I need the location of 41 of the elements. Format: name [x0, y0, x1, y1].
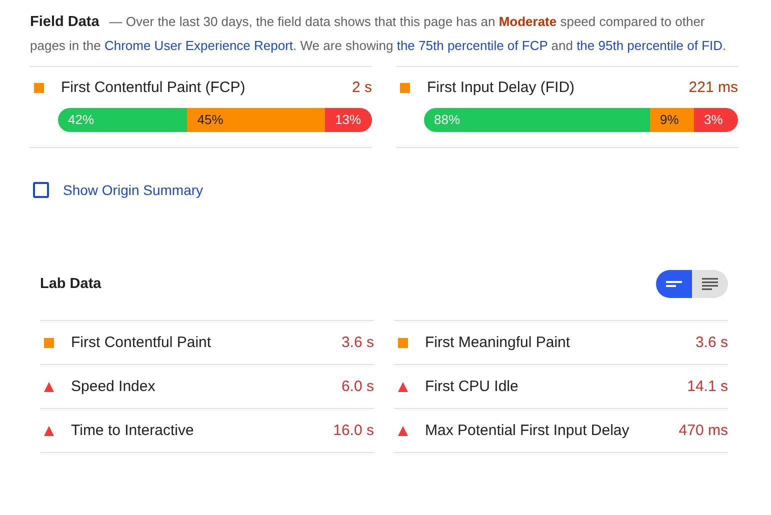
metric-value: 3.6 s: [695, 334, 728, 351]
metric-value: 3.6 s: [341, 334, 374, 351]
triangle-icon: [398, 382, 408, 392]
report-link[interactable]: the 75th percentile of FCP: [396, 38, 548, 53]
checkbox[interactable]: [33, 182, 49, 198]
triangle-icon: [44, 382, 54, 392]
square-icon: [44, 338, 54, 348]
compact-view-button[interactable]: [656, 270, 692, 298]
triangle-icon: [44, 426, 54, 436]
lines-icon: [702, 278, 718, 290]
section-title: Lab Data: [40, 276, 102, 292]
metric-value: 470 ms: [678, 422, 728, 439]
expanded-view-button[interactable]: [692, 270, 728, 298]
distribution-segment: 9%: [650, 108, 694, 132]
report-link[interactable]: Chrome User Experience Report: [104, 38, 294, 53]
triangle-icon: [398, 426, 408, 436]
distribution-segment: 88%: [424, 108, 650, 132]
square-icon: [400, 82, 410, 92]
metric-name: Time to Interactive: [71, 422, 195, 439]
metric-name: Speed Index: [71, 378, 156, 395]
metric-name: Max Potential First Input Delay: [425, 422, 630, 439]
metric-name: First Meaningful Paint: [425, 334, 572, 351]
metric-value: 2 s: [352, 79, 372, 96]
metric-name: First Contentful Paint (FCP): [61, 79, 246, 96]
field-data-description: Field Data — Over the last 30 days, the field data shows that this page has an Moderate speed compared to other pages in the Chrome User Experience Report. We are showing the 75th percentile of FCP and the 95th percentile of FID.: [30, 13, 728, 55]
metric-value: 14.1 s: [687, 378, 728, 395]
metric-value: 6.0 s: [341, 378, 374, 395]
metric-name: First Input Delay (FID): [427, 79, 576, 96]
metric-value: 221 ms: [688, 79, 738, 96]
origin-summary-label[interactable]: Show Origin Summary: [63, 182, 204, 198]
distribution-segment: 45%: [187, 108, 326, 132]
short-lines-icon: [666, 279, 682, 289]
metric-value: 16.0 s: [333, 422, 374, 439]
report-link[interactable]: the 95th percentile of FID: [576, 38, 723, 53]
metric-name: First Contentful Paint: [71, 334, 212, 351]
distribution-segment: 42%: [58, 108, 188, 132]
square-icon: [398, 338, 408, 348]
square-icon: [34, 82, 44, 92]
distribution-segment: 13%: [325, 108, 372, 132]
metric-name: First CPU Idle: [425, 378, 520, 395]
distribution-segment: 3%: [694, 108, 738, 132]
